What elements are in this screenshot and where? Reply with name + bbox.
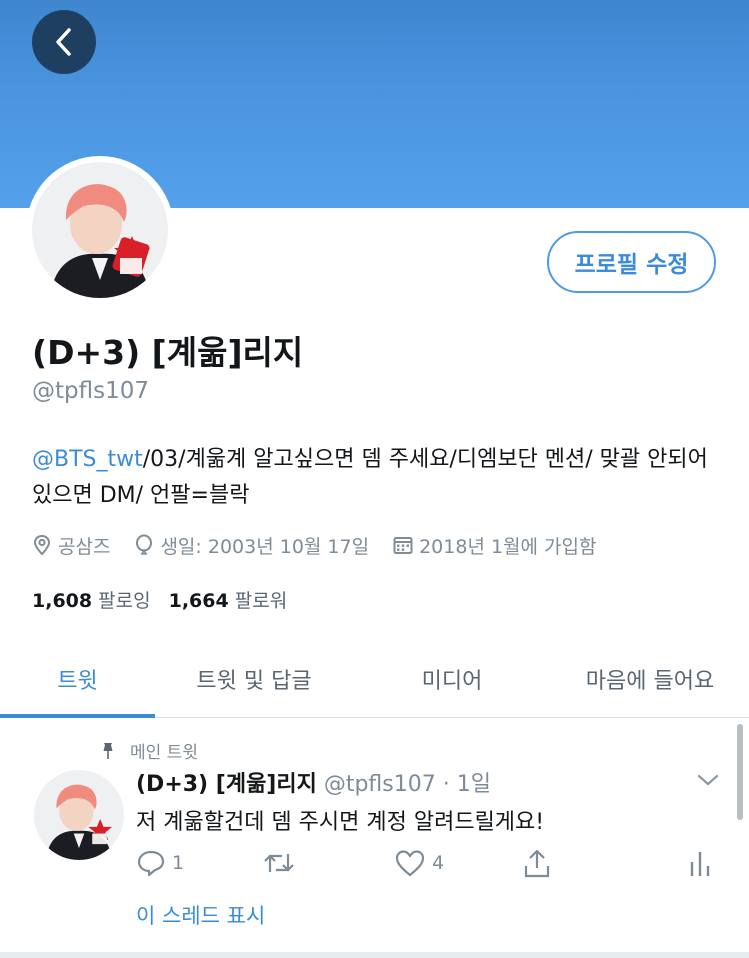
- bio-mention-link[interactable]: @BTS_twt: [32, 447, 143, 472]
- birthday-item: 생일: 2003년 10월 17일: [134, 532, 369, 559]
- location-pin-icon: [33, 534, 51, 556]
- following-count: 1,608: [32, 590, 93, 612]
- joined-item: 2018년 1월에 가입함: [393, 532, 597, 559]
- tab-likes[interactable]: 마음에 들어요: [551, 640, 749, 717]
- back-button[interactable]: [32, 10, 96, 74]
- location-text: 공삼즈: [58, 535, 111, 558]
- profile-meta: 공삼즈 생일: 2003년 10월 17일 2018년 1월에 가입함: [32, 530, 621, 560]
- reply-icon: [137, 850, 165, 877]
- tab-tweets-and-replies[interactable]: 트윗 및 답글: [155, 640, 353, 717]
- tweet-text: 저 계욺할건데 뎀 주시면 계정 알려드릴게요!: [136, 810, 545, 835]
- scrollbar[interactable]: [737, 724, 743, 820]
- pin-icon: [103, 742, 113, 759]
- joined-text: 2018년 1월에 가입함: [419, 535, 597, 558]
- profile-name: (D+3) [계욺]리지: [32, 333, 304, 372]
- follow-stats: 1,608 팔로잉 1,664 팔로워: [32, 586, 305, 613]
- balloon-icon: [136, 534, 153, 555]
- pinned-indicator: 메인 트윗: [100, 738, 198, 763]
- retweet-button[interactable]: [262, 848, 302, 878]
- analytics-button[interactable]: [688, 848, 712, 878]
- following-stat[interactable]: 1,608 팔로잉: [32, 586, 151, 613]
- location-item: 공삼즈: [32, 532, 110, 559]
- pinned-label: 메인 트윗: [130, 743, 198, 763]
- tweet-handle-time: @tpfls107 · 1일: [323, 772, 491, 797]
- followers-count: 1,664: [168, 590, 229, 612]
- tab-media[interactable]: 미디어: [353, 640, 551, 717]
- chevron-left-icon: [56, 28, 71, 56]
- following-label: 팔로잉: [98, 590, 151, 612]
- reply-count: 1: [172, 852, 185, 874]
- tweet-header: (D+3) [계욺]리지 @tpfls107 · 1일: [136, 766, 491, 798]
- avatar-photo: [32, 162, 168, 298]
- share-button[interactable]: [522, 848, 552, 880]
- next-item-divider: [0, 952, 749, 958]
- profile-bio: @BTS_twt/03/계욺계 알고싶으면 뎀 주세요/디엠보단 멘션/ 맞괄 …: [32, 442, 722, 514]
- tweet-menu-button[interactable]: [696, 772, 720, 792]
- like-button[interactable]: 4: [394, 848, 444, 878]
- chevron-down-icon: [697, 774, 719, 786]
- edit-profile-button[interactable]: 프로필 수정: [547, 231, 716, 293]
- show-thread-link[interactable]: 이 스레드 표시: [136, 900, 265, 930]
- analytics-icon: [690, 852, 710, 876]
- share-icon: [524, 849, 550, 878]
- tweet-avatar[interactable]: [34, 770, 124, 860]
- followers-label: 팔로워: [234, 590, 288, 612]
- retweet-icon: [264, 854, 294, 872]
- birthday-text: 생일: 2003년 10월 17일: [160, 535, 370, 558]
- like-count: 4: [432, 852, 445, 874]
- followers-stat[interactable]: 1,664 팔로워: [169, 586, 288, 613]
- profile-handle: @tpfls107: [32, 378, 149, 404]
- tweet-author-name[interactable]: (D+3) [계욺]리지: [136, 772, 317, 797]
- tab-tweets[interactable]: 트윗: [0, 640, 155, 718]
- profile-tabs: 트윗 트윗 및 답글 미디어 마음에 들어요: [0, 640, 749, 718]
- heart-icon: [395, 850, 425, 877]
- profile-avatar[interactable]: [26, 156, 174, 304]
- reply-button[interactable]: 1: [136, 848, 184, 878]
- avatar-photo-small: [34, 770, 124, 860]
- tweet-actions: 1 4: [136, 848, 716, 884]
- calendar-icon: [393, 537, 413, 554]
